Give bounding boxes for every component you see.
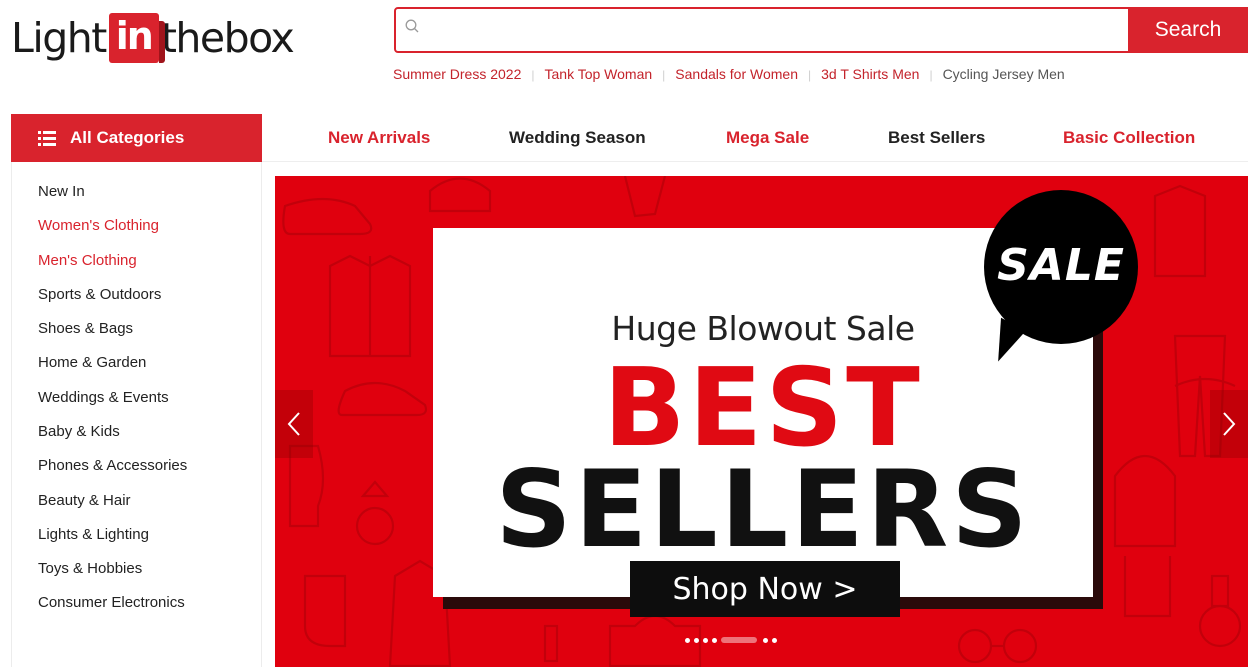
category-link[interactable]: Shoes & Bags [38, 320, 133, 337]
logo-box: in [108, 13, 165, 63]
hot-search-link[interactable]: Tank Top Woman [545, 66, 653, 82]
category-link[interactable]: Beauty & Hair [38, 492, 131, 509]
category-link[interactable]: Baby & Kids [38, 423, 120, 440]
separator: | [662, 68, 666, 82]
nav-mega-sale[interactable]: Mega Sale [726, 128, 809, 148]
carousel-dots [685, 636, 781, 644]
category-link[interactable]: Toys & Hobbies [38, 560, 142, 577]
promo-headline-best: BEST [603, 346, 923, 471]
menu-list-icon [38, 130, 56, 146]
chevron-left-icon [287, 412, 300, 436]
hot-search-link[interactable]: Sandals for Women [675, 66, 798, 82]
hot-search-links: Summer Dress 2022 | Tank Top Woman | Sandals… [393, 66, 1065, 82]
search-input[interactable] [432, 9, 1126, 53]
top-navigation: New Arrivals Wedding Season Mega Sale Be… [262, 114, 1248, 162]
category-link[interactable]: Men's Clothing [38, 252, 137, 269]
sale-badge-text: SALE [997, 240, 1125, 291]
separator: | [929, 68, 933, 82]
carousel-dot[interactable] [685, 637, 690, 643]
hot-search-link[interactable]: 3d T Shirts Men [821, 66, 919, 82]
logo-text-right: thebox [160, 14, 295, 62]
category-link[interactable]: Consumer Electronics [38, 594, 185, 611]
nav-divider [262, 161, 1248, 162]
carousel-prev-button[interactable] [275, 390, 313, 458]
search-button[interactable]: Search [1128, 7, 1248, 53]
logo-text-left: Light [11, 14, 107, 62]
carousel-dot[interactable] [772, 637, 777, 643]
category-link[interactable]: New In [38, 183, 85, 200]
promo-headline-sellers: SELLERS [495, 448, 1031, 571]
category-sidebar: New In Women's Clothing Men's Clothing S… [11, 162, 262, 667]
nav-basic-collection[interactable]: Basic Collection [1063, 128, 1195, 148]
nav-new-arrivals[interactable]: New Arrivals [328, 128, 430, 148]
carousel-dot[interactable] [694, 637, 699, 643]
shop-now-button[interactable]: Shop Now > [630, 561, 900, 617]
carousel-dot[interactable] [712, 637, 717, 643]
sale-badge: SALE [984, 190, 1138, 344]
category-link[interactable]: Weddings & Events [38, 389, 169, 406]
category-link[interactable]: Phones & Accessories [38, 457, 187, 474]
nav-wedding-season[interactable]: Wedding Season [509, 128, 646, 148]
hot-search-link[interactable]: Summer Dress 2022 [393, 66, 521, 82]
nav-best-sellers[interactable]: Best Sellers [888, 128, 985, 148]
all-categories-label: All Categories [70, 128, 185, 147]
carousel-next-button[interactable] [1210, 390, 1248, 458]
category-link[interactable]: Sports & Outdoors [38, 286, 161, 303]
separator: | [808, 68, 812, 82]
carousel-dot[interactable] [763, 637, 768, 643]
site-logo[interactable]: Light in thebox [11, 10, 295, 66]
search-bar: Search [394, 7, 1248, 53]
hot-search-link[interactable]: Cycling Jersey Men [943, 66, 1065, 82]
category-link[interactable]: Women's Clothing [38, 217, 159, 234]
category-link[interactable]: Lights & Lighting [38, 526, 149, 543]
category-link[interactable]: Home & Garden [38, 354, 146, 371]
search-icon [405, 19, 419, 33]
all-categories-button[interactable]: All Categories [11, 114, 262, 162]
hero-banner[interactable]: Huge Blowout Sale BEST SELLERS SALE Shop… [275, 176, 1248, 667]
chevron-right-icon [1223, 412, 1236, 436]
carousel-dot[interactable] [703, 637, 708, 643]
separator: | [531, 68, 535, 82]
carousel-dot-active[interactable] [721, 637, 757, 643]
